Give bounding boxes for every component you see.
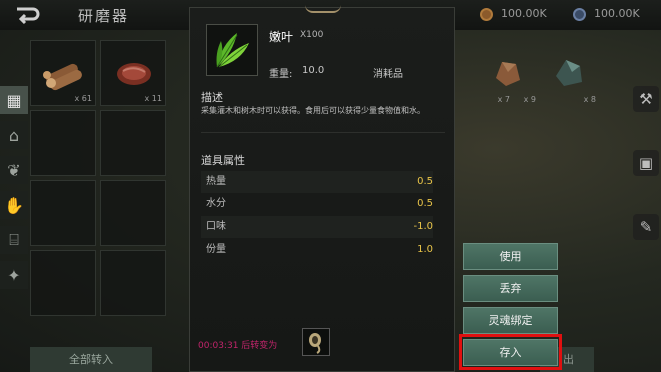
attribute-row: 口味 -1.0 bbox=[201, 216, 433, 238]
blue-gem-icon bbox=[573, 7, 586, 21]
currency-gem-amount: 100.00K bbox=[594, 7, 640, 20]
scroll-icon[interactable]: ✎ bbox=[633, 214, 659, 240]
attributes-title: 道具属性 bbox=[201, 154, 245, 167]
brown-ore-icon bbox=[496, 62, 520, 86]
transform-result-slot[interactable] bbox=[302, 328, 330, 356]
tender-leaf-icon bbox=[216, 33, 249, 68]
attribute-value: 0.5 bbox=[417, 198, 433, 209]
inventory-slot[interactable] bbox=[30, 250, 96, 316]
weight-label: 重量: bbox=[269, 69, 293, 80]
inventory-slot[interactable] bbox=[100, 250, 166, 316]
seed-pod-icon bbox=[309, 333, 321, 354]
currency-bronze: 100.00K bbox=[480, 7, 547, 21]
inventory-slot[interactable] bbox=[100, 180, 166, 246]
right-side-menu: ⚒ ▣ ✎ bbox=[627, 86, 661, 278]
tab-tools[interactable]: ✋ bbox=[0, 191, 28, 219]
panel-ornament bbox=[305, 5, 341, 13]
tab-all-grid[interactable]: ▦ bbox=[0, 86, 28, 114]
divider bbox=[201, 132, 445, 133]
storage-slot[interactable]: x 9 bbox=[480, 40, 540, 106]
deposit-highlight-box bbox=[459, 334, 562, 370]
raw-meat-icon bbox=[117, 63, 151, 85]
wood-logs-icon bbox=[43, 63, 82, 91]
attribute-value: 0.5 bbox=[417, 176, 433, 187]
slot-quantity: x 61 bbox=[74, 94, 92, 103]
description-text: 采集灌木和树木时可以获得。食用后可以获得少量食物值和水。 bbox=[201, 106, 425, 115]
inventory-slot[interactable] bbox=[30, 110, 96, 176]
currency-gem: 100.00K bbox=[573, 7, 640, 21]
attribute-row: 热量 0.5 bbox=[201, 171, 433, 193]
attribute-name: 口味 bbox=[206, 221, 226, 232]
inventory-slot[interactable]: x 11 bbox=[100, 40, 166, 106]
soulbind-button[interactable]: 灵魂绑定 bbox=[463, 307, 558, 334]
attribute-name: 份量 bbox=[206, 244, 226, 255]
bank-icon: ⌸ bbox=[9, 230, 19, 249]
slot-quantity: x 11 bbox=[144, 94, 162, 103]
slot-quantity: x 9 bbox=[523, 95, 536, 104]
attribute-name: 热量 bbox=[206, 176, 226, 187]
attribute-row: 水分 0.5 bbox=[201, 193, 433, 215]
transfer-all-button[interactable]: 全部转入 bbox=[30, 347, 152, 372]
tab-structures[interactable]: ⌸ bbox=[0, 226, 28, 254]
wolf-icon: ✦ bbox=[7, 265, 21, 285]
back-arrow-icon[interactable] bbox=[14, 5, 42, 25]
item-detail-panel: 嫩叶 X100 重量: 10.0 消耗品 描述 采集灌木和树木时可以获得。食用后… bbox=[189, 7, 455, 372]
bronze-coin-icon bbox=[480, 7, 493, 21]
inventory-slot[interactable] bbox=[30, 180, 96, 246]
page-title: 研磨器 bbox=[78, 7, 130, 25]
green-ore-icon bbox=[556, 60, 582, 86]
tab-building[interactable]: ⌂ bbox=[0, 121, 28, 149]
building-icon: ⌂ bbox=[8, 125, 20, 145]
discard-button[interactable]: 丢弃 bbox=[463, 275, 558, 302]
tab-resources[interactable]: ❦ bbox=[0, 156, 28, 184]
inventory-slot[interactable] bbox=[100, 110, 166, 176]
item-type: 消耗品 bbox=[373, 69, 403, 80]
currency-bronze-amount: 100.00K bbox=[501, 7, 547, 20]
storage-slot[interactable]: x 8 bbox=[540, 40, 600, 106]
leaf-icon: ❦ bbox=[7, 160, 21, 180]
transform-timer: 00:03:31 后转变为 bbox=[198, 341, 278, 351]
category-tabs: ▦ ⌂ ❦ ✋ ⌸ ✦ bbox=[0, 86, 30, 296]
chest-icon[interactable]: ▣ bbox=[633, 150, 659, 176]
slot-quantity: x 8 bbox=[583, 95, 596, 104]
attribute-value: -1.0 bbox=[413, 221, 433, 232]
attribute-value: 1.0 bbox=[417, 244, 433, 255]
weight-value: 10.0 bbox=[302, 65, 325, 76]
item-count: X100 bbox=[300, 30, 324, 40]
tab-animals[interactable]: ✦ bbox=[0, 261, 28, 289]
anvil-icon[interactable]: ⚒ bbox=[633, 86, 659, 112]
grid-icon: ▦ bbox=[6, 90, 22, 110]
description-title: 描述 bbox=[201, 91, 223, 104]
inventory-slot[interactable]: x 61 bbox=[30, 40, 96, 106]
attribute-name: 水分 bbox=[206, 198, 226, 209]
use-button[interactable]: 使用 bbox=[463, 243, 558, 270]
item-name: 嫩叶 bbox=[269, 30, 294, 44]
item-icon-frame bbox=[206, 24, 258, 76]
attribute-row: 份量 1.0 bbox=[201, 239, 433, 261]
hand-icon: ✋ bbox=[4, 195, 24, 215]
